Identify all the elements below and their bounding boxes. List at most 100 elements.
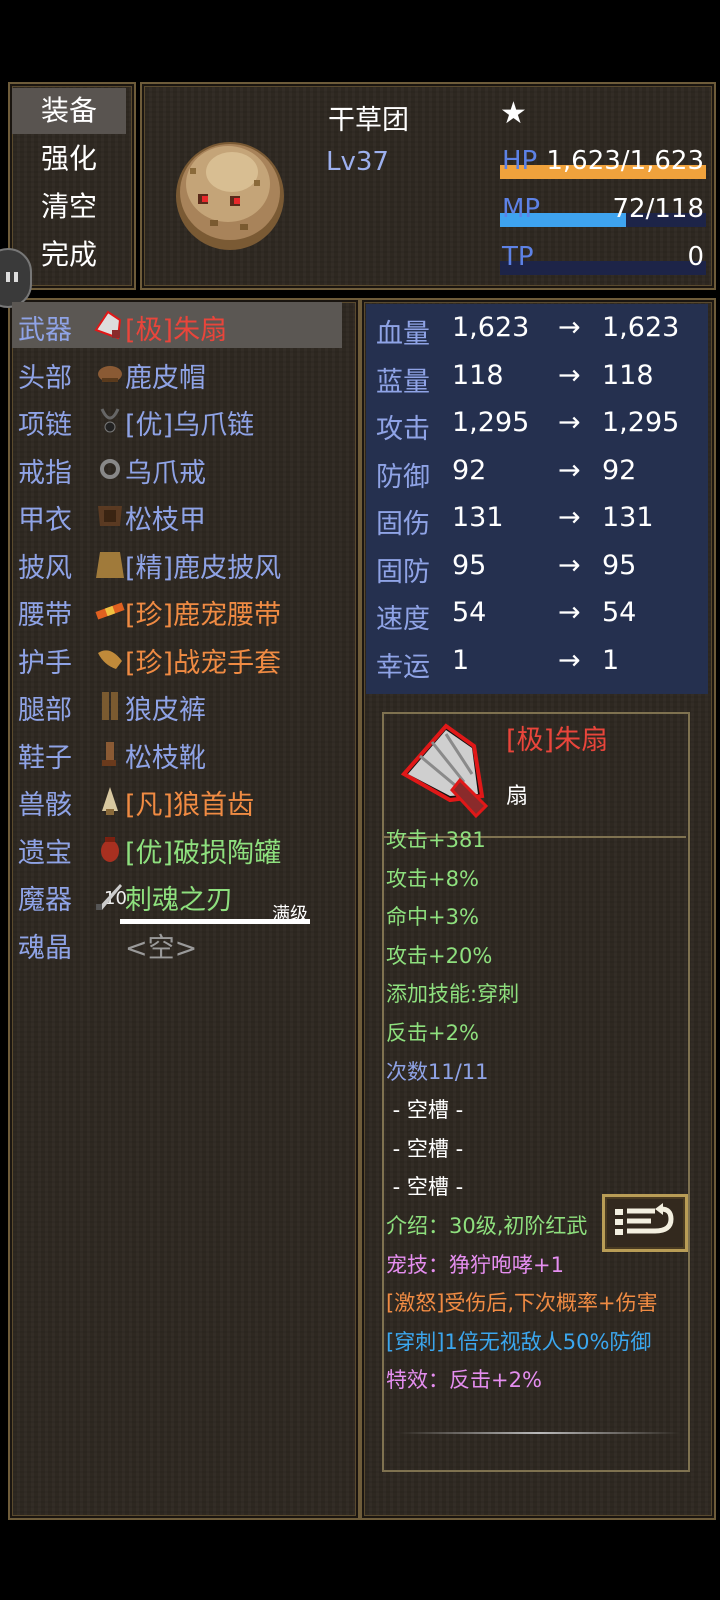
menu-item-2[interactable]: 清空 bbox=[12, 184, 126, 230]
item-detail-line: [激怒]受伤后,下次概率+伤害 bbox=[386, 1291, 658, 1316]
menu-item-1[interactable]: 强化 bbox=[12, 136, 126, 182]
equipment-slot-label: 项链 bbox=[18, 410, 72, 441]
equipment-slot-label: 魔器 bbox=[18, 885, 72, 916]
item-detail-line: 添加技能:穿刺 bbox=[386, 982, 520, 1007]
menu-item-0[interactable]: 装备 bbox=[12, 88, 126, 134]
cape-icon bbox=[92, 546, 128, 582]
item-detail-line: 反击+2% bbox=[386, 1021, 479, 1045]
equipment-slot-label: 戒指 bbox=[18, 457, 72, 489]
stat-row-3: 防御 92 → 92 bbox=[370, 449, 706, 495]
stat-label: 固防 bbox=[376, 556, 430, 588]
stat-label: 攻击 bbox=[376, 414, 430, 445]
stat-row-6: 速度 54 → 54 bbox=[370, 591, 706, 637]
equipment-row-8[interactable]: 腿部 狼皮裤 bbox=[12, 682, 348, 728]
item-detail-line: - 空槽 - bbox=[386, 1136, 464, 1161]
equipment-row-4[interactable]: 甲衣 松枝甲 bbox=[12, 492, 348, 538]
equipment-row-5[interactable]: 披风 [精]鹿皮披风 bbox=[12, 540, 348, 586]
stat-cur: 1,295 bbox=[452, 407, 530, 438]
equipment-item-name: <空> bbox=[125, 932, 198, 964]
item-detail-line: 命中+3% bbox=[386, 905, 479, 930]
stat-label: 固伤 bbox=[376, 509, 430, 540]
stat-new: 95 bbox=[602, 549, 637, 581]
menu-item-3[interactable]: 完成 bbox=[12, 232, 126, 278]
equipment-row-2[interactable]: 项链 [优]乌爪链 bbox=[12, 397, 348, 443]
glove-icon bbox=[92, 641, 128, 677]
hat-icon bbox=[92, 356, 128, 392]
equipment-item-name: 松枝甲 bbox=[125, 505, 206, 536]
stat-row-1: 蓝量 118 → 118 bbox=[370, 354, 706, 400]
equipment-item-name: 松枝靴 bbox=[125, 742, 206, 774]
necklace-icon bbox=[92, 403, 128, 439]
fan-icon bbox=[92, 308, 128, 344]
equipment-row-6[interactable]: 腰带 [珍]鹿宠腰带 bbox=[12, 587, 348, 633]
tp-gauge: TP 0 bbox=[500, 242, 706, 278]
arrow-icon: → bbox=[558, 312, 581, 343]
stat-label: 血量 bbox=[376, 319, 430, 350]
stat-cur: 92 bbox=[452, 454, 487, 486]
equipment-row-10[interactable]: 兽骸 [凡]狼首齿 bbox=[12, 777, 348, 823]
equipment-item-name: 鹿皮帽 bbox=[125, 362, 206, 394]
item-detail-line: 次数11/11 bbox=[386, 1059, 489, 1084]
hp-label: HP bbox=[502, 146, 538, 176]
equipment-item-name: [珍]鹿宠腰带 bbox=[125, 600, 282, 631]
equipment-row-1[interactable]: 头部 鹿皮帽 bbox=[12, 350, 348, 396]
stat-cur: 95 bbox=[452, 549, 487, 581]
equipment-item-name: 乌爪戒 bbox=[125, 457, 206, 489]
equipment-slot-label: 武器 bbox=[18, 315, 72, 346]
equipment-row-12[interactable]: 魔器 刺魂之刃 bbox=[12, 872, 348, 918]
stat-cur: 131 bbox=[452, 502, 504, 533]
haystack-monster-sprite bbox=[176, 142, 284, 250]
character-portrait bbox=[176, 142, 284, 250]
tp-label: TP bbox=[502, 242, 534, 272]
stat-cur: 1,623 bbox=[452, 312, 530, 343]
equipment-slot-label: 魂晶 bbox=[18, 932, 72, 964]
stat-new: 1 bbox=[602, 644, 620, 676]
mp-value: 72/118 bbox=[612, 194, 704, 224]
stat-row-5: 固防 95 → 95 bbox=[370, 544, 706, 590]
item-detail-line: 攻击+381 bbox=[386, 828, 486, 852]
item-detail-line: - 空槽 - bbox=[386, 1175, 464, 1200]
equipment-item-name: [凡]狼首齿 bbox=[125, 790, 255, 821]
equipment-item-name: [优]破损陶罐 bbox=[125, 837, 282, 869]
fan-icon bbox=[400, 723, 489, 819]
mp-gauge: MP 72/118 bbox=[500, 194, 706, 230]
hp-gauge: HP 1,623/1,623 bbox=[500, 146, 706, 182]
item-detail-line: 特效：反击+2% bbox=[386, 1368, 542, 1393]
equipment-slot-label: 头部 bbox=[18, 362, 72, 394]
star-icon: ★ bbox=[500, 96, 527, 131]
stat-row-0: 血量 1,623 → 1,623 bbox=[370, 306, 706, 352]
arrow-icon: → bbox=[558, 597, 581, 628]
stat-new: 118 bbox=[602, 359, 654, 391]
armor-icon bbox=[92, 498, 128, 534]
item-detail-line: 宠技：狰狞咆哮+1 bbox=[386, 1252, 564, 1277]
stat-new: 1,295 bbox=[602, 407, 680, 438]
equipment-item-name: 狼皮裤 bbox=[125, 695, 206, 726]
equipment-row-3[interactable]: 戒指 乌爪戒 bbox=[12, 445, 348, 491]
item-detail-type: 扇 bbox=[506, 784, 529, 809]
detail-divider bbox=[398, 1432, 680, 1434]
stat-label: 速度 bbox=[376, 604, 430, 635]
equipment-item-name: 刺魂之刃 bbox=[125, 885, 233, 916]
hp-value: 1,623/1,623 bbox=[546, 146, 704, 176]
equipment-item-name: [极]朱扇 bbox=[125, 315, 228, 346]
fang-icon bbox=[92, 783, 128, 819]
unequip-button[interactable] bbox=[602, 1194, 688, 1252]
equipment-row-13[interactable]: 魂晶 <空> bbox=[12, 920, 348, 966]
equipment-slot-label: 兽骸 bbox=[18, 790, 72, 821]
equipment-slot-label: 鞋子 bbox=[18, 742, 72, 774]
arrow-icon: → bbox=[558, 454, 581, 486]
equipment-row-0[interactable]: 武器 [极]朱扇 bbox=[12, 302, 342, 348]
arrow-icon: → bbox=[558, 549, 581, 581]
swap-icon bbox=[615, 1203, 674, 1235]
character-name: 干草团 bbox=[328, 105, 409, 136]
item-detail-line: 攻击+20% bbox=[386, 943, 493, 968]
equipment-item-name: [精]鹿皮披风 bbox=[125, 552, 282, 584]
equipment-row-11[interactable]: 遗宝 [优]破损陶罐 bbox=[12, 825, 348, 871]
blade-icon bbox=[92, 878, 128, 914]
pants-icon bbox=[92, 688, 128, 724]
item-detail-line: 攻击+8% bbox=[386, 866, 479, 891]
jar-icon bbox=[92, 831, 128, 867]
ring-icon bbox=[92, 451, 128, 487]
equipment-row-7[interactable]: 护手 [珍]战宠手套 bbox=[12, 635, 348, 681]
equipment-row-9[interactable]: 鞋子 松枝靴 bbox=[12, 730, 348, 776]
